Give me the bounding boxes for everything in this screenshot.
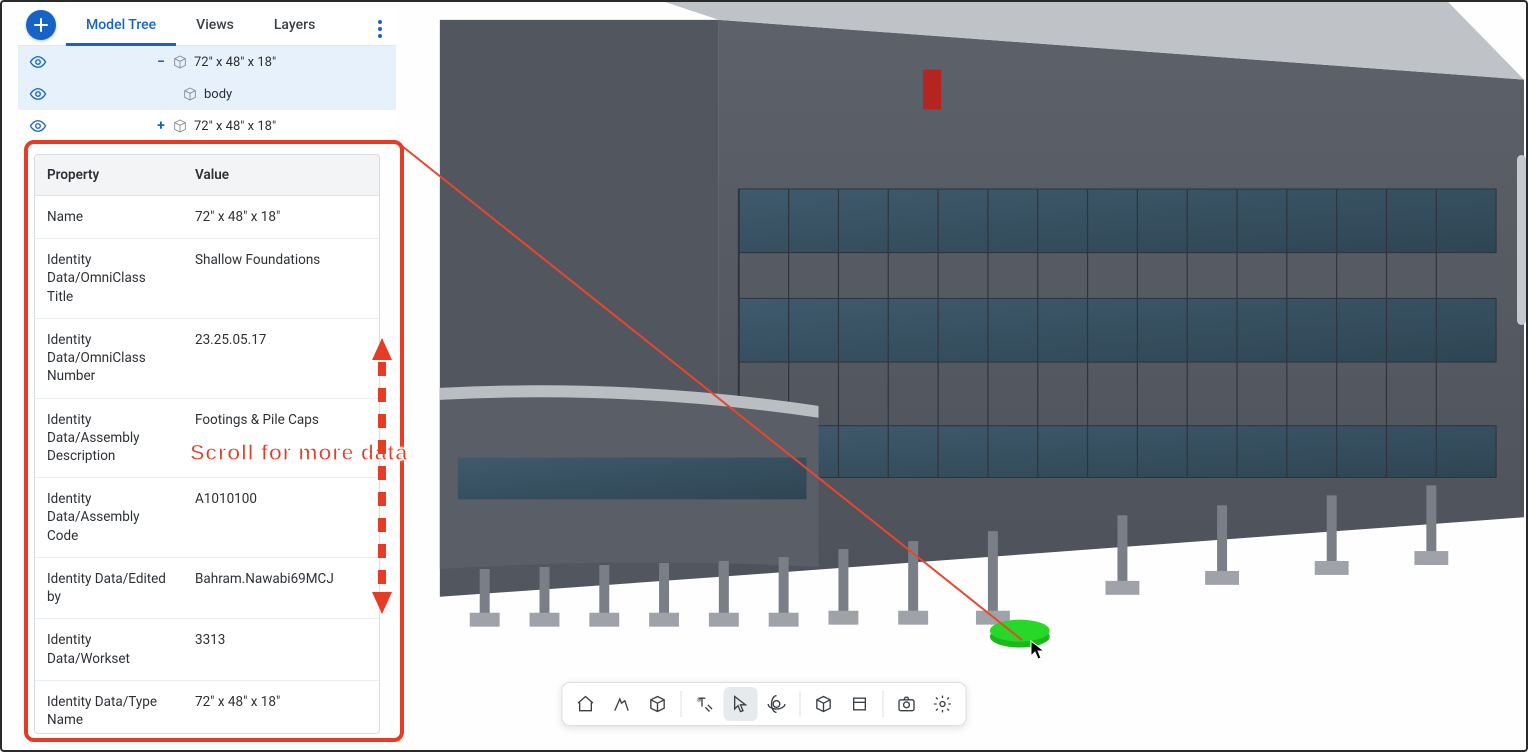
walk-view-button[interactable]: [605, 687, 639, 721]
panel-scrollbar[interactable]: [1517, 155, 1526, 325]
property-row[interactable]: Name72" x 48" x 18": [35, 196, 379, 239]
select-button[interactable]: [724, 687, 758, 721]
building-render: [400, 0, 1524, 748]
property-value: 23.25.05.17: [183, 319, 379, 398]
panel-menu-button[interactable]: [374, 16, 386, 42]
tab-views[interactable]: Views: [176, 4, 254, 46]
property-row[interactable]: Identity Data/Assembly DescriptionFootin…: [35, 399, 379, 479]
annotation-scroll-arrow: [372, 338, 390, 614]
left-panel: Model Tree Views Layers − 72" x 48" x 18…: [18, 4, 396, 142]
panel-tabs: Model Tree Views Layers: [18, 4, 396, 46]
collapse-icon[interactable]: −: [154, 54, 168, 70]
tab-layers[interactable]: Layers: [254, 4, 335, 46]
property-row[interactable]: Identity Data/Edited byBahram.Nawabi69MC…: [35, 558, 379, 619]
section-box-button[interactable]: [843, 687, 877, 721]
visibility-toggle[interactable]: [18, 53, 58, 71]
tree-row[interactable]: − 72" x 48" x 18": [18, 46, 396, 78]
model-tree[interactable]: − 72" x 48" x 18" body: [18, 46, 396, 142]
home-view-button[interactable]: [569, 687, 603, 721]
tree-row[interactable]: body: [18, 78, 396, 110]
toolbar-separator: [883, 691, 884, 717]
property-key: Identity Data/Edited by: [35, 558, 183, 618]
visibility-toggle[interactable]: [18, 117, 58, 135]
cursor-icon: [1030, 640, 1046, 664]
annotation-cursor-button[interactable]: a: [688, 687, 722, 721]
property-value: 72" x 48" x 18": [183, 196, 379, 238]
property-key: Identity Data/Assembly Code: [35, 478, 183, 557]
property-value: Shallow Foundations: [183, 239, 379, 318]
property-key: Identity Data/Type Name: [35, 681, 183, 734]
property-value: Bahram.Nawabi69MCJ: [183, 558, 379, 618]
element-icon: [182, 86, 198, 102]
tree-row[interactable]: + 72" x 48" x 18": [18, 110, 396, 142]
properties-header: Property Value: [35, 155, 379, 196]
tree-label: 72" x 48" x 18": [194, 119, 276, 134]
screenshot-button[interactable]: [890, 687, 924, 721]
orbit-button[interactable]: [760, 687, 794, 721]
property-value: A1010100: [183, 478, 379, 557]
property-value: 72" x 48" x 18": [183, 681, 379, 734]
property-row[interactable]: Identity Data/Assembly CodeA1010100: [35, 478, 379, 558]
tree-label: body: [204, 87, 232, 102]
property-key: Identity Data/Assembly Description: [35, 399, 183, 478]
property-key: Identity Data/OmniClass Number: [35, 319, 183, 398]
svg-text:a: a: [697, 695, 701, 704]
property-row[interactable]: Identity Data/Type Name72" x 48" x 18": [35, 681, 379, 734]
isometric-button[interactable]: [807, 687, 841, 721]
property-key: Identity Data/OmniClass Title: [35, 239, 183, 318]
settings-button[interactable]: [926, 687, 960, 721]
toolbar-separator: [800, 691, 801, 717]
add-button[interactable]: [26, 10, 56, 40]
property-row[interactable]: Identity Data/OmniClass TitleShallow Fou…: [35, 239, 379, 319]
expand-icon[interactable]: +: [154, 118, 168, 134]
tab-model-tree[interactable]: Model Tree: [66, 4, 176, 46]
toolbar-separator: [681, 691, 682, 717]
render-mode-button[interactable]: [641, 687, 675, 721]
property-row[interactable]: Identity Data/OmniClass Number23.25.05.1…: [35, 319, 379, 399]
property-row[interactable]: Identity Data/Workset3313: [35, 619, 379, 680]
property-value: 3313: [183, 619, 379, 679]
visibility-toggle[interactable]: [18, 85, 58, 103]
viewport-toolbar: a: [562, 682, 967, 726]
property-key: Identity Data/Workset: [35, 619, 183, 679]
col-header-value: Value: [183, 155, 379, 195]
element-icon: [172, 118, 188, 134]
tree-label: 72" x 48" x 18": [194, 55, 276, 70]
col-header-property: Property: [35, 155, 183, 195]
element-icon: [172, 54, 188, 70]
property-key: Name: [35, 196, 183, 238]
